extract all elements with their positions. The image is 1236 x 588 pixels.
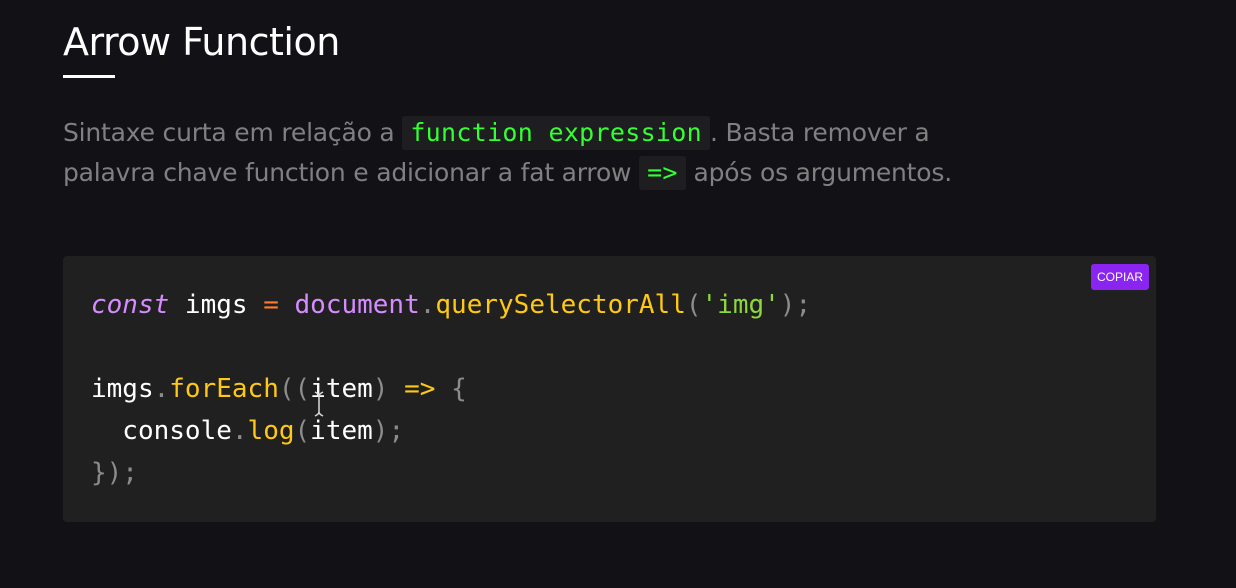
code-token: 'img'	[701, 290, 780, 320]
intro-text-3: após os argumentos.	[685, 158, 953, 187]
code-token: =>	[404, 374, 436, 404]
code-token: console	[91, 416, 232, 446]
code-token: const	[91, 290, 170, 320]
code-token: log	[247, 416, 295, 446]
code-line: });	[91, 452, 811, 494]
code-token: .	[231, 416, 248, 446]
code-token: =	[263, 290, 279, 320]
code-token: .	[153, 374, 170, 404]
code-line: console.log(item);	[91, 410, 811, 452]
inline-code-fat-arrow: =>	[639, 156, 686, 190]
code-token: });	[91, 458, 138, 488]
code-token: querySelectorAll	[435, 290, 686, 320]
intro-paragraph: Sintaxe curta em relação a function expr…	[63, 113, 1023, 193]
inline-code-function-expression: function expression	[402, 116, 710, 150]
code-token: document	[294, 290, 420, 320]
title-underline	[63, 75, 115, 78]
copy-button[interactable]: COPIAR	[1090, 264, 1149, 290]
code-block[interactable]: COPIAR const imgs = document.querySelect…	[63, 256, 1156, 522]
intro-text-1: Sintaxe curta em relação a	[63, 118, 403, 147]
code-line: imgs.forEach((item) => {	[91, 368, 811, 410]
code-token: {	[451, 374, 467, 404]
code-token: imgs	[169, 290, 264, 320]
code-token: imgs	[91, 374, 154, 404]
code-token: (	[294, 416, 311, 446]
code-token: );	[779, 290, 812, 320]
code-token: (	[685, 290, 702, 320]
code-content[interactable]: const imgs = document.querySelectorAll('…	[91, 284, 811, 494]
code-token: .	[419, 290, 436, 320]
text-cursor-icon	[314, 391, 324, 417]
page-title: Arrow Function	[63, 20, 340, 64]
code-token: ((	[278, 374, 311, 404]
code-token: forEach	[169, 374, 279, 404]
code-token: item	[310, 416, 373, 446]
code-line: const imgs = document.querySelectorAll('…	[91, 284, 811, 326]
code-token: )	[372, 374, 389, 404]
code-token: );	[372, 416, 405, 446]
